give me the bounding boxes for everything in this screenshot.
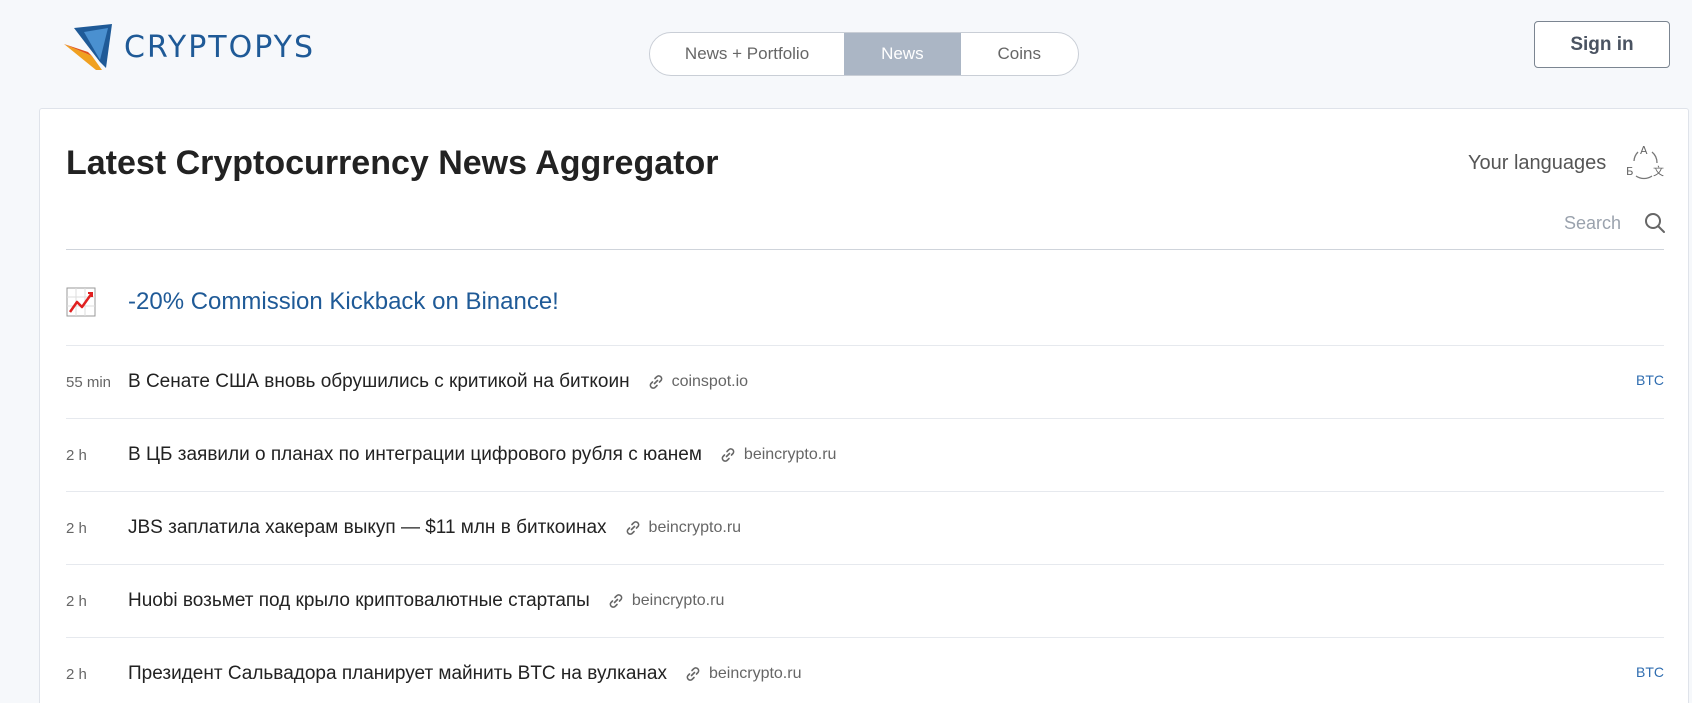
page-title: Latest Cryptocurrency News Aggregator	[66, 144, 719, 182]
svg-text:文: 文	[1653, 164, 1664, 178]
svg-text:Б: Б	[1626, 165, 1634, 178]
coin-tag[interactable]: BTC	[1636, 664, 1664, 680]
news-time: 2 h	[66, 446, 87, 464]
link-icon	[721, 448, 735, 462]
coin-tag[interactable]: BTC	[1636, 372, 1664, 388]
news-time: 2 h	[66, 665, 87, 683]
news-source: coinspot.io	[671, 373, 749, 390]
svg-text:A: A	[1640, 144, 1648, 157]
list-item: 2 h JBS заплатила хакерам выкуп — $11 мл…	[66, 491, 1664, 564]
news-source-link[interactable]: beincrypto.ru	[685, 665, 802, 683]
list-item: 2 h Президент Сальвадора планирует майни…	[66, 637, 1664, 703]
news-title-link[interactable]: JBS заплатила хакерам выкуп — $11 млн в …	[128, 517, 607, 539]
logo-mark-icon	[64, 24, 112, 70]
link-icon	[626, 521, 639, 535]
news-source-link[interactable]: beincrypto.ru	[625, 519, 742, 537]
tab-news[interactable]: News	[844, 33, 961, 75]
list-item: 2 h В ЦБ заявили о планах по интеграции …	[66, 418, 1664, 491]
news-time: 2 h	[66, 592, 87, 610]
news-source: beincrypto.ru	[708, 665, 802, 682]
translate-icon: A Б 文	[1626, 144, 1664, 180]
promo-row[interactable]: -20% Commission Kickback on Binance!	[66, 285, 559, 319]
news-source-link[interactable]: beincrypto.ru	[608, 592, 725, 610]
logo[interactable]: CRYPTOPYS	[62, 22, 315, 72]
news-title-link[interactable]: Президент Сальвадора планирует майнить B…	[128, 663, 667, 685]
search-input[interactable]	[1490, 212, 1640, 234]
promo-link[interactable]: -20% Commission Kickback on Binance!	[128, 288, 559, 316]
news-source: beincrypto.ru	[648, 519, 742, 536]
nav-tabs: News + Portfolio News Coins	[649, 32, 1079, 76]
languages-label: Your languages	[1468, 151, 1607, 174]
news-source-link[interactable]: coinspot.io	[648, 373, 749, 391]
header-divider	[66, 249, 1664, 250]
news-time: 2 h	[66, 519, 87, 537]
news-time: 55 min	[66, 373, 112, 391]
list-item: 2 h Huobi возьмет под крыло криптовалютн…	[66, 564, 1664, 637]
news-source: beincrypto.ru	[743, 446, 837, 463]
news-title-link[interactable]: Huobi возьмет под крыло криптовалютные с…	[128, 590, 590, 612]
languages-selector[interactable]: Your languages A Б 文	[1468, 143, 1664, 183]
sign-in-button[interactable]: Sign in	[1534, 21, 1670, 68]
list-item: 55 min В Сенате США вновь обрушились с к…	[66, 345, 1664, 418]
link-icon	[649, 375, 662, 389]
search-box	[1490, 205, 1666, 241]
tab-coins[interactable]: Coins	[961, 33, 1078, 75]
logo-text: CRYPTOPYS	[124, 29, 316, 65]
chart-up-icon	[66, 287, 96, 317]
tab-news-portfolio[interactable]: News + Portfolio	[650, 33, 844, 75]
news-source-link[interactable]: beincrypto.ru	[720, 446, 837, 464]
link-icon	[686, 667, 700, 681]
news-source: beincrypto.ru	[631, 592, 725, 609]
news-title-link[interactable]: В Сенате США вновь обрушились с критикой…	[128, 371, 630, 393]
news-card: Latest Cryptocurrency News Aggregator Yo…	[39, 108, 1689, 703]
news-title-link[interactable]: В ЦБ заявили о планах по интеграции цифр…	[128, 444, 702, 466]
link-icon	[609, 594, 623, 608]
news-list: 55 min В Сенате США вновь обрушились с к…	[66, 345, 1664, 703]
search-icon[interactable]	[1644, 212, 1666, 234]
